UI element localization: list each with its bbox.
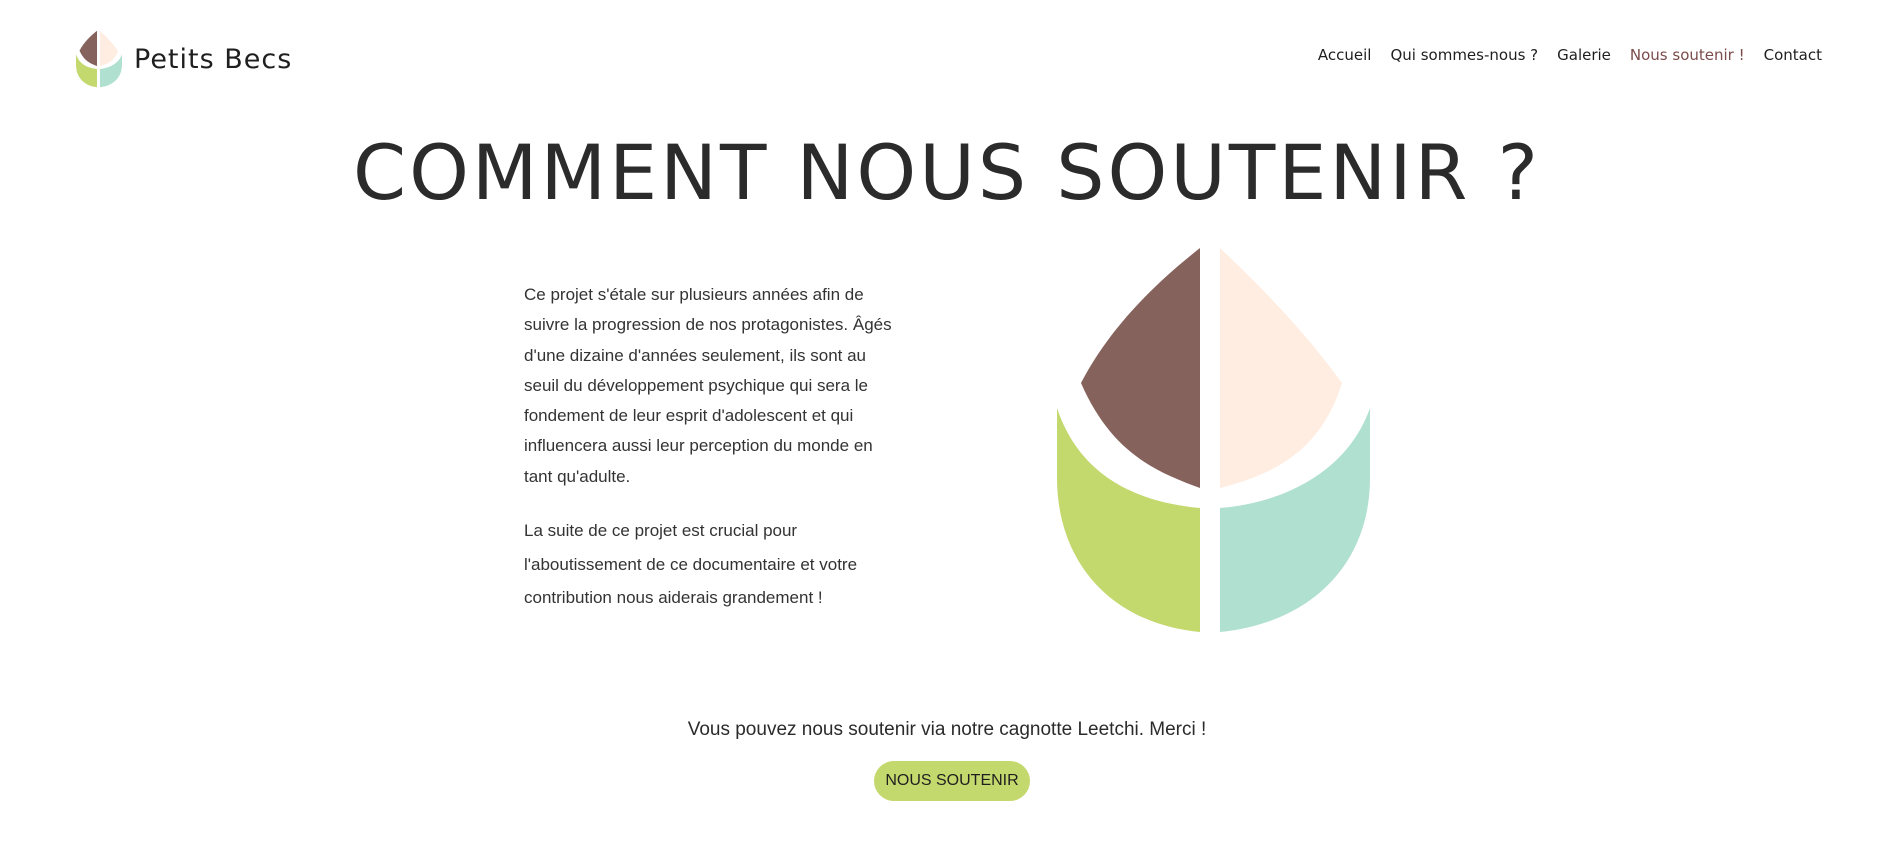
intro-paragraph-1: Ce projet s'étale sur plusieurs années a… (524, 285, 892, 486)
intro-text-block: Ce projet s'étale sur plusieurs années a… (524, 280, 894, 615)
page-title: COMMENT NOUS SOUTENIR ? (353, 128, 1541, 217)
brand-name: Petits Becs (134, 43, 293, 75)
intro-paragraph-2: La suite de ce projet est crucial pour l… (524, 521, 858, 608)
brand-home-link[interactable]: Petits Becs (76, 30, 292, 88)
brown-quadrant (1081, 248, 1200, 488)
cta-text: Vous pouvez nous soutenir via notre cagn… (687, 719, 1207, 740)
main-nav: Accueil Qui sommes-nous ? Galerie Nous s… (1318, 46, 1822, 64)
nous-soutenir-button[interactable]: NOUS SOUTENIR (874, 761, 1030, 801)
site-header: Petits Becs Accueil Qui sommes-nous ? Ga… (0, 0, 1894, 110)
peach-quadrant (1220, 248, 1342, 488)
leaf-drop-logo-icon (76, 30, 122, 88)
nav-qui-sommes-nous[interactable]: Qui sommes-nous ? (1390, 46, 1538, 64)
nav-nous-soutenir[interactable]: Nous soutenir ! (1630, 46, 1745, 64)
nav-galerie[interactable]: Galerie (1557, 46, 1611, 64)
leaf-drop-illustration-icon (1057, 248, 1370, 632)
nav-accueil[interactable]: Accueil (1318, 46, 1372, 64)
nav-contact[interactable]: Contact (1764, 46, 1822, 64)
